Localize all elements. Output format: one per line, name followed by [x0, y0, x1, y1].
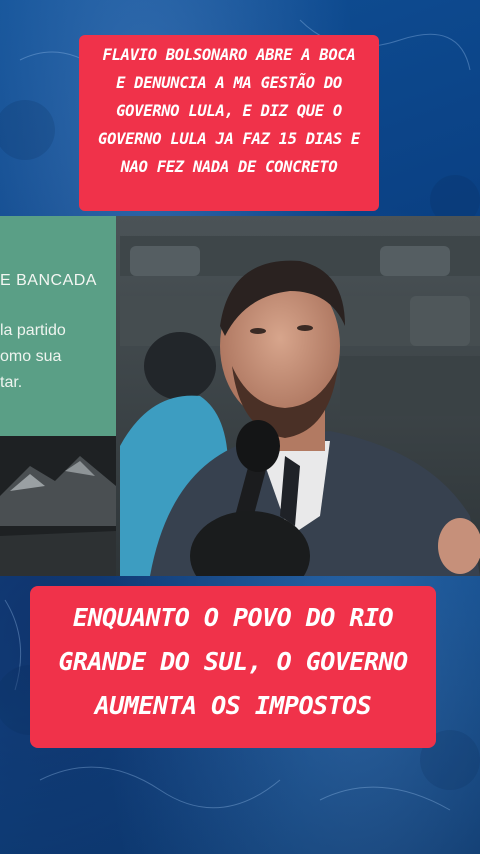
panel-heading: E BANCADA	[0, 272, 97, 289]
bottom-caption: ENQUANTO O POVO DO RIO GRANDE DO SUL, O …	[30, 586, 436, 748]
panel-image	[0, 436, 116, 576]
panel-line: omo sua	[0, 348, 62, 365]
panel-line: la partido	[0, 322, 66, 339]
top-caption: FLAVIO BOLSONARO ABRE A BOCA E DENUNCIA …	[79, 35, 379, 211]
panel-line: tar.	[0, 374, 23, 391]
info-panel: E BANCADA la partido omo sua tar.	[0, 216, 116, 436]
video-frame: E BANCADA la partido omo sua tar.	[0, 216, 480, 576]
mountain-image	[0, 436, 116, 576]
